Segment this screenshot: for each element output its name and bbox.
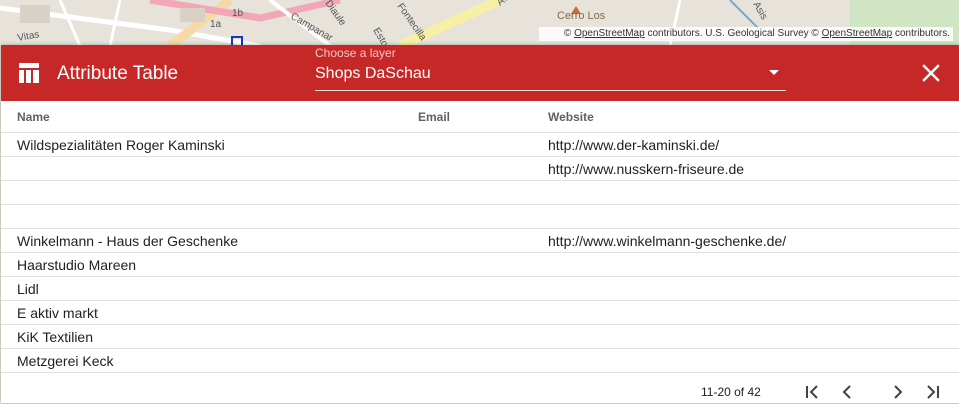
- cell-email: [418, 300, 548, 325]
- table-icon: [19, 63, 39, 83]
- last-page-icon: [927, 385, 939, 399]
- table-row[interactable]: Haarstudio Mareen: [1, 252, 959, 277]
- cell-name: Winkelmann - Haus der Geschenke: [1, 228, 418, 253]
- map-label: 1a: [210, 19, 222, 30]
- table-row[interactable]: [1, 204, 959, 229]
- close-button[interactable]: [919, 61, 943, 85]
- attribution-suffix: contributors.: [894, 28, 950, 39]
- table-row[interactable]: [1, 180, 959, 205]
- cell-email: [418, 156, 548, 181]
- cell-email: [418, 324, 548, 349]
- layer-select-value: Shops DaSchau: [315, 65, 431, 82]
- map-view[interactable]: 1b 1a Campanar Estor Fontecilla Ave Cerr…: [0, 0, 959, 46]
- cell-name: E aktiv markt: [1, 300, 418, 325]
- cell-website: [548, 180, 959, 205]
- cell-name: Haarstudio Mareen: [1, 252, 418, 277]
- previous-page-icon: [842, 385, 851, 399]
- table-row[interactable]: KiK Textilien: [1, 324, 959, 349]
- column-header-website[interactable]: Website: [548, 101, 959, 133]
- cell-website: [548, 348, 959, 373]
- cell-name: Wildspezialitäten Roger Kaminski: [1, 132, 418, 157]
- map-label: Cerro Los: [557, 10, 606, 22]
- panel-title: Attribute Table: [57, 63, 179, 84]
- cell-email: [418, 228, 548, 253]
- page-range-label: 11-20 of 42: [701, 385, 761, 399]
- table-row[interactable]: Winkelmann - Haus der Geschenke http://w…: [1, 228, 959, 253]
- cell-email: [418, 204, 548, 229]
- cell-email: [418, 276, 548, 301]
- map-attribution: © OpenStreetMap contributors. U.S. Geolo…: [538, 27, 953, 41]
- table-row[interactable]: Metzgerei Keck: [1, 348, 959, 373]
- paginator: 11-20 of 42: [1, 374, 959, 403]
- table-row[interactable]: E aktiv markt: [1, 300, 959, 325]
- table-row[interactable]: Lidl: [1, 276, 959, 301]
- next-page-icon: [894, 385, 903, 399]
- cell-website: [548, 252, 959, 277]
- cell-website: [548, 300, 959, 325]
- cell-website: http://www.der-kaminski.de/: [548, 132, 959, 157]
- panel-header: Attribute Table Choose a layer Shops DaS…: [1, 45, 959, 101]
- cell-email: [418, 132, 548, 157]
- cell-website: http://www.winkelmann-geschenke.de/: [548, 228, 959, 253]
- dropdown-arrow-icon: [769, 70, 779, 75]
- column-header-name[interactable]: Name: [1, 101, 418, 133]
- first-page-icon: [806, 385, 818, 399]
- cell-name: [1, 156, 418, 181]
- attribute-table-panel: Attribute Table Choose a layer Shops DaS…: [1, 45, 959, 403]
- first-page-button[interactable]: [800, 380, 824, 404]
- cell-name: [1, 180, 418, 205]
- close-icon: [922, 64, 940, 82]
- cell-name: Metzgerei Keck: [1, 348, 418, 373]
- layer-select-label: Choose a layer: [315, 46, 396, 60]
- table-row[interactable]: http://www.nusskern-friseure.de: [1, 156, 959, 181]
- table-row[interactable]: Wildspezialitäten Roger Kaminski http://…: [1, 132, 959, 157]
- attribution-prefix: ©: [563, 28, 572, 39]
- cell-website: [548, 204, 959, 229]
- cell-name: Lidl: [1, 276, 418, 301]
- cell-email: [418, 180, 548, 205]
- map-label: 1b: [232, 8, 244, 19]
- cell-email: [418, 252, 548, 277]
- cell-name: [1, 204, 418, 229]
- last-page-button[interactable]: [921, 380, 945, 404]
- table-header-row: Name Email Website: [1, 101, 959, 133]
- cell-name: KiK Textilien: [1, 324, 418, 349]
- next-page-button[interactable]: [886, 380, 910, 404]
- openstreetmap-link[interactable]: OpenStreetMap: [822, 28, 893, 39]
- cell-website: http://www.nusskern-friseure.de: [548, 156, 959, 181]
- layer-select[interactable]: Choose a layer Shops DaSchau: [315, 45, 786, 91]
- attribution-middle: contributors. U.S. Geological Survey ©: [647, 28, 819, 39]
- cell-website: [548, 276, 959, 301]
- cell-website: [548, 324, 959, 349]
- attribute-table: Name Email Website Wildspezialitäten Rog…: [1, 101, 959, 373]
- openstreetmap-link[interactable]: OpenStreetMap: [574, 28, 645, 39]
- previous-page-button[interactable]: [835, 380, 859, 404]
- cell-email: [418, 348, 548, 373]
- column-header-email[interactable]: Email: [418, 101, 548, 133]
